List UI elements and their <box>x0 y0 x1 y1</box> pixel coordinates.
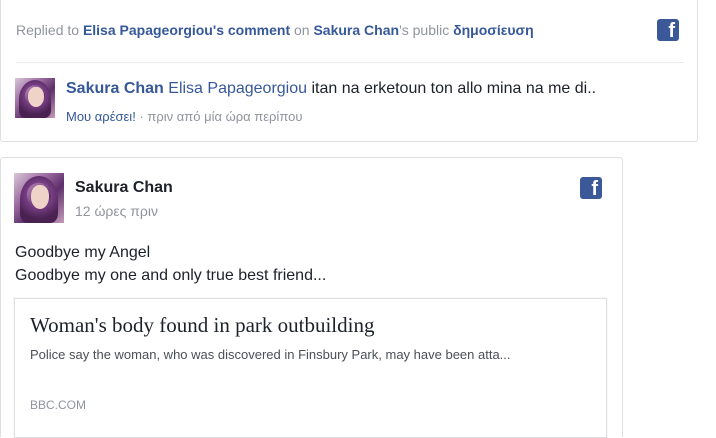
link-description: Police say the woman, who was discovered… <box>30 347 511 362</box>
post-body: Goodbye my Angel Goodbye my one and only… <box>15 241 326 287</box>
post-author-link[interactable]: Sakura Chan <box>75 179 173 197</box>
replied-prefix: Replied to <box>16 22 80 38</box>
like-button[interactable]: Μου αρέσει! <box>66 109 136 124</box>
facebook-icon[interactable]: f <box>657 19 679 41</box>
facebook-glyph: f <box>668 20 675 41</box>
avatar[interactable] <box>15 78 55 118</box>
avatar[interactable] <box>14 173 64 223</box>
reply-card: Replied to Elisa Papageorgiou's comment … <box>0 0 698 142</box>
comment-mention-link[interactable]: Elisa Papageorgiou <box>168 80 307 97</box>
divider <box>16 62 684 63</box>
facebook-glyph: f <box>591 178 598 199</box>
comment-text: Sakura Chan Elisa Papageorgiou itan na e… <box>66 80 596 98</box>
post-body-line: Goodbye my one and only true best friend… <box>15 267 327 284</box>
comment-author-link[interactable]: Sakura Chan <box>66 80 164 97</box>
comment-meta: Μου αρέσει! · πριν από μία ώρα περίπου <box>66 109 302 124</box>
comment-timestamp[interactable]: πριν από μία ώρα περίπου <box>147 109 302 124</box>
link-domain: BBC.COM <box>30 398 87 412</box>
commenter-comment-link[interactable]: Elisa Papageorgiou's comment <box>83 22 290 38</box>
replied-context-line: Replied to Elisa Papageorgiou's comment … <box>16 22 534 38</box>
comment-body: itan na erketoun ton allo mina na me di.… <box>311 80 597 97</box>
on-word: on <box>294 22 310 38</box>
page-owner-link[interactable]: Sakura Chan <box>313 22 399 38</box>
facebook-icon[interactable]: f <box>580 177 602 199</box>
link-title[interactable]: Woman's body found in park outbuilding <box>30 313 374 338</box>
avatar-face <box>31 185 49 209</box>
avatar-face <box>28 87 44 107</box>
post-link[interactable]: δημοσίευση <box>453 22 534 38</box>
link-preview[interactable]: Woman's body found in park outbuilding P… <box>14 298 607 438</box>
post-body-line: Goodbye my Angel <box>15 244 151 261</box>
possessive-suffix: 's public <box>399 22 450 38</box>
meta-separator: · <box>139 109 144 124</box>
post-timestamp[interactable]: 12 ώρες πριν <box>75 203 158 219</box>
